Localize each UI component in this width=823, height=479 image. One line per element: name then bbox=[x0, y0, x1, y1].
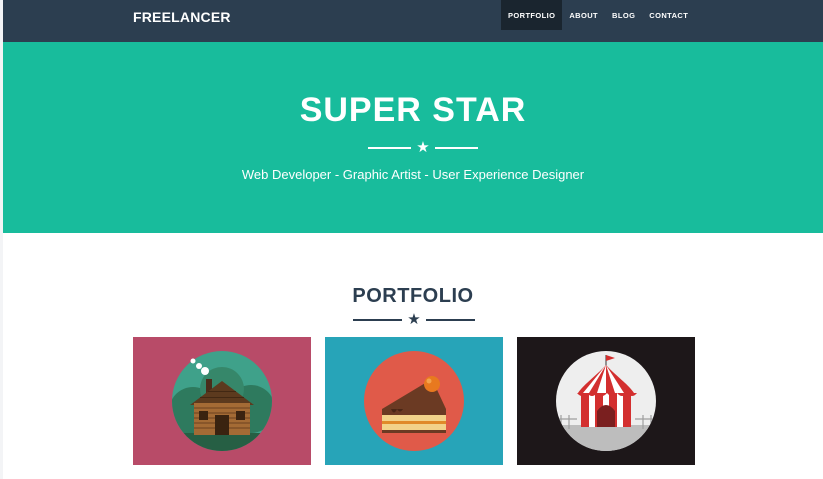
divider-line bbox=[425, 318, 476, 321]
portfolio-grid bbox=[133, 337, 695, 465]
nav-portfolio[interactable]: PORTFOLIO bbox=[501, 0, 563, 30]
nav-menu: PORTFOLIO ABOUT BLOG CONTACT bbox=[501, 0, 695, 30]
star-icon: ★ bbox=[416, 139, 430, 156]
navbar: FREELANCER PORTFOLIO ABOUT BLOG CONTACT bbox=[3, 0, 823, 42]
page: FREELANCER PORTFOLIO ABOUT BLOG CONTACT … bbox=[3, 0, 823, 479]
portfolio-title: PORTFOLIO bbox=[352, 285, 474, 307]
hero-section: SUPER STAR ★ Web Developer - Graphic Art… bbox=[3, 42, 823, 233]
cabin-icon bbox=[133, 337, 311, 465]
portfolio-divider: ★ bbox=[353, 311, 476, 328]
hero-divider: ★ bbox=[368, 139, 479, 156]
portfolio-item-circus[interactable] bbox=[517, 337, 695, 465]
star-icon: ★ bbox=[407, 311, 421, 328]
divider-line bbox=[353, 318, 403, 321]
nav-contact[interactable]: CONTACT bbox=[642, 0, 695, 30]
hero-title: SUPER STAR bbox=[299, 91, 527, 129]
nav-about[interactable]: ABOUT bbox=[562, 0, 605, 30]
circus-tent-icon bbox=[517, 337, 695, 465]
divider-line bbox=[434, 146, 479, 149]
brand-link[interactable]: FREELANCER bbox=[133, 9, 231, 25]
portfolio-item-cabin[interactable] bbox=[133, 337, 311, 465]
cake-icon bbox=[325, 337, 503, 465]
hero-subtitle: Web Developer - Graphic Artist - User Ex… bbox=[241, 167, 585, 182]
divider-line bbox=[368, 146, 412, 149]
portfolio-item-cake[interactable] bbox=[325, 337, 503, 465]
nav-blog[interactable]: BLOG bbox=[605, 0, 642, 30]
